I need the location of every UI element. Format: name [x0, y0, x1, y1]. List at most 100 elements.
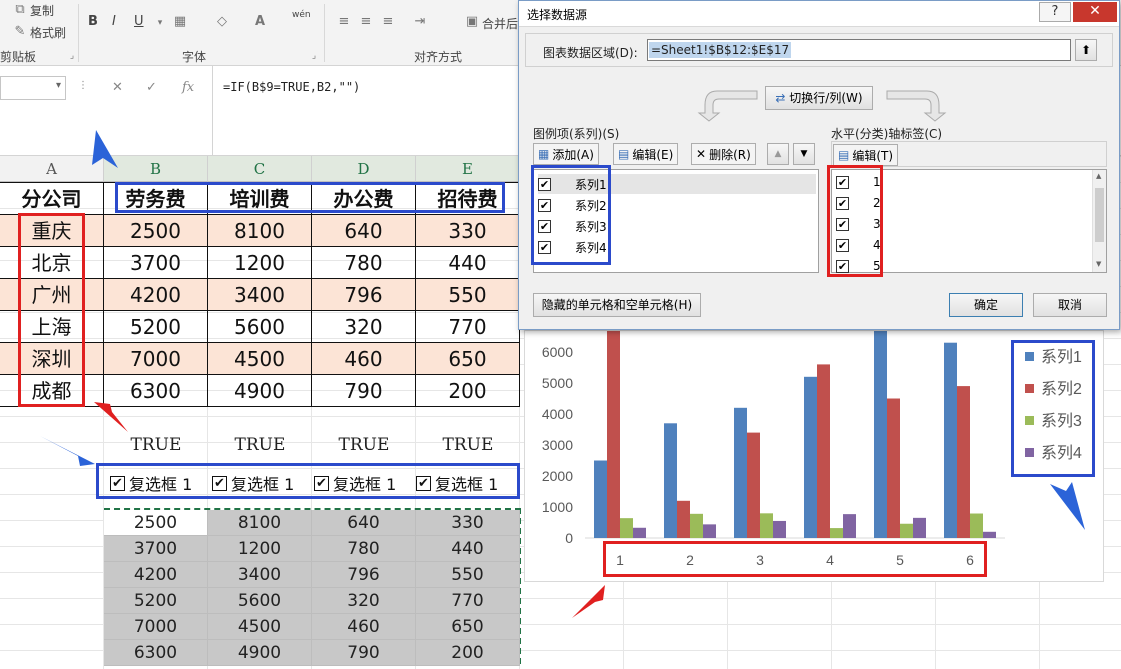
align-left-icon[interactable]: ≡ [336, 14, 352, 30]
result-cell[interactable]: 330 [416, 510, 520, 536]
table-cell[interactable]: 2500 [104, 215, 208, 247]
result-cell[interactable]: 8100 [208, 510, 312, 536]
insert-function-button[interactable]: fx [182, 80, 194, 95]
range-input[interactable]: =Sheet1!$B$12:$E$17 [647, 39, 1071, 61]
category-list-item[interactable]: ✔ 4 [836, 235, 881, 255]
column-header-b[interactable]: B [104, 156, 208, 182]
table-header-cell[interactable]: 分公司 [0, 183, 104, 215]
table-cell[interactable]: 550 [416, 279, 520, 311]
align-right-icon[interactable]: ≡ [380, 14, 396, 30]
table-cell[interactable]: 790 [312, 375, 416, 407]
name-box[interactable]: ▾ [0, 76, 66, 100]
table-cell[interactable]: 广州 [0, 279, 104, 311]
result-cell[interactable]: 770 [416, 588, 520, 614]
copy-button[interactable]: 复制 [30, 2, 54, 19]
border-icon[interactable]: ▦ [172, 14, 188, 30]
table-cell[interactable]: 440 [416, 247, 520, 279]
table-cell[interactable]: 5600 [208, 311, 312, 343]
underline-button[interactable]: U [134, 14, 144, 29]
result-cell[interactable]: 4500 [208, 614, 312, 640]
category-list-item[interactable]: ✔ 5 [836, 256, 881, 276]
true-cell[interactable]: TRUE [104, 432, 208, 458]
table-cell[interactable]: 1200 [208, 247, 312, 279]
merge-button[interactable]: 合并后 [482, 15, 518, 32]
result-cell[interactable]: 440 [416, 536, 520, 562]
bold-button[interactable]: B [88, 14, 98, 29]
checkbox-icon[interactable]: ✔ [836, 238, 849, 252]
result-cell[interactable]: 460 [312, 614, 416, 640]
result-cell[interactable]: 4200 [104, 562, 208, 588]
enter-icon[interactable]: ✓ [146, 80, 157, 95]
result-cell[interactable]: 640 [312, 510, 416, 536]
italic-button[interactable]: I [112, 14, 116, 29]
result-cell[interactable]: 320 [312, 588, 416, 614]
hidden-empty-cells-button[interactable]: 隐藏的单元格和空单元格(H) [533, 293, 701, 317]
table-cell[interactable]: 4500 [208, 343, 312, 375]
result-cell[interactable]: 1200 [208, 536, 312, 562]
chevron-down-icon[interactable]: ▾ [152, 15, 168, 31]
table-header-cell[interactable]: 劳务费 [104, 183, 208, 215]
switch-row-column-button[interactable]: ⇄ 切换行/列(W) [765, 86, 873, 110]
merge-icon[interactable]: ▣ [464, 14, 480, 30]
table-cell[interactable]: 成都 [0, 375, 104, 407]
table-header-cell[interactable]: 办公费 [312, 183, 416, 215]
form-checkbox[interactable]: ✔ 复选框 1 [314, 472, 396, 494]
checkbox-icon[interactable]: ✔ [538, 219, 551, 233]
collapse-range-button[interactable]: ⬆ [1075, 39, 1097, 61]
scroll-down-icon[interactable]: ▼ [1096, 260, 1101, 268]
result-cell[interactable]: 796 [312, 562, 416, 588]
series-list-item[interactable]: ✔ 系列4 [538, 237, 816, 257]
table-cell[interactable]: 3400 [208, 279, 312, 311]
result-cell[interactable]: 7000 [104, 614, 208, 640]
table-cell[interactable]: 重庆 [0, 215, 104, 247]
result-cell[interactable]: 3400 [208, 562, 312, 588]
scrollbar[interactable]: ▲ ▼ [1092, 170, 1106, 272]
checkbox-icon[interactable]: ✔ [538, 240, 551, 254]
result-cell[interactable]: 5200 [104, 588, 208, 614]
series-list[interactable]: ✔ 系列1 ✔ 系列2 ✔ 系列3 ✔ 系列4 [533, 169, 819, 273]
axis-labels-list[interactable]: ▲ ▼ ✔ 1 ✔ 2 ✔ 3 ✔ 4 ✔ 5 [831, 169, 1107, 273]
result-cell[interactable]: 550 [416, 562, 520, 588]
fill-color-icon[interactable]: ◇ [214, 14, 230, 30]
result-cell[interactable]: 650 [416, 614, 520, 640]
column-header-e[interactable]: E [416, 156, 520, 182]
phonetic-button[interactable]: wén [292, 10, 311, 20]
result-cell[interactable]: 2500 [104, 510, 208, 536]
dialog-launcher-icon[interactable]: ⌟ [306, 48, 322, 64]
align-center-icon[interactable]: ≡ [358, 14, 374, 30]
checkbox-icon[interactable]: ✔ [836, 217, 849, 231]
column-chart[interactable]: 0 1000 2000 3000 4000 5000 6000 1 2 3 4 5 6 系列1 系列2 系列3… [524, 329, 1104, 582]
category-list-item[interactable]: ✔ 2 [836, 193, 881, 213]
form-checkbox[interactable]: ✔ 复选框 1 [416, 472, 498, 494]
cancel-icon[interactable]: ✕ [112, 80, 123, 95]
checkbox-icon[interactable]: ✔ [538, 198, 551, 212]
result-cell[interactable]: 790 [312, 640, 416, 666]
indent-icon[interactable]: ⇥ [412, 14, 428, 30]
table-cell[interactable]: 780 [312, 247, 416, 279]
result-cell[interactable]: 4900 [208, 640, 312, 666]
table-cell[interactable]: 320 [312, 311, 416, 343]
column-header-a[interactable]: A [0, 156, 104, 182]
table-cell[interactable]: 200 [416, 375, 520, 407]
result-cell[interactable]: 3700 [104, 536, 208, 562]
edit-axis-button[interactable]: ▤ 编辑(T) [833, 144, 899, 166]
delete-series-button[interactable]: ✕ 删除(R) [691, 143, 756, 165]
series-list-item[interactable]: ✔ 系列1 [538, 174, 816, 194]
format-painter-button[interactable]: 格式刷 [30, 24, 66, 41]
checkbox-icon[interactable]: ✔ [538, 177, 551, 191]
result-cell[interactable]: 5600 [208, 588, 312, 614]
ok-button[interactable]: 确定 [949, 293, 1023, 317]
column-header-d[interactable]: D [312, 156, 416, 182]
table-cell[interactable]: 7000 [104, 343, 208, 375]
table-cell[interactable]: 640 [312, 215, 416, 247]
table-cell[interactable]: 4200 [104, 279, 208, 311]
checkbox-icon[interactable]: ✔ [836, 175, 849, 189]
table-cell[interactable]: 4900 [208, 375, 312, 407]
help-button[interactable]: ? [1039, 2, 1071, 22]
series-list-item[interactable]: ✔ 系列2 [538, 195, 816, 215]
scrollbar-thumb[interactable] [1095, 188, 1104, 242]
form-checkbox[interactable]: ✔ 复选框 1 [212, 472, 294, 494]
table-cell[interactable]: 330 [416, 215, 520, 247]
font-color-icon[interactable]: A [252, 14, 268, 30]
scroll-up-icon[interactable]: ▲ [1096, 172, 1101, 180]
